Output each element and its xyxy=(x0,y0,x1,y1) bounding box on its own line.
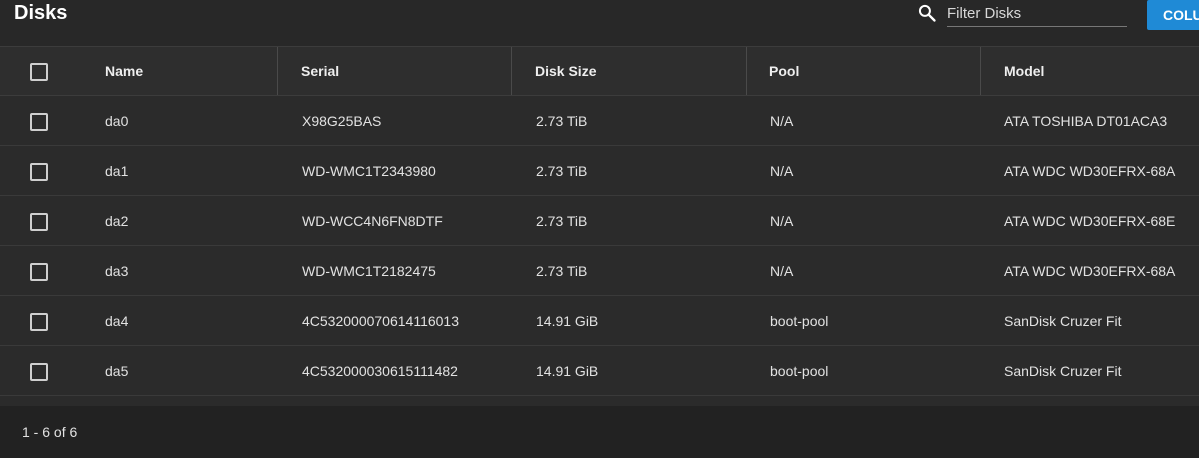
cell-pool: N/A xyxy=(770,162,794,179)
table-row[interactable]: da3 WD-WMC1T2182475 2.73 TiB N/A ATA WDC… xyxy=(0,246,1199,296)
cell-name: da3 xyxy=(105,262,129,279)
cell-name: da5 xyxy=(105,362,129,379)
table-row[interactable]: da5 4C532000030615111482 14.91 GiB boot-… xyxy=(0,346,1199,396)
row-checkbox[interactable] xyxy=(30,162,48,181)
column-divider[interactable] xyxy=(277,47,278,95)
page-header: Disks COLUMNS xyxy=(0,0,1199,46)
cell-disk-size: 2.73 TiB xyxy=(536,262,588,279)
cell-name: da1 xyxy=(105,162,129,179)
table-footer: 1 - 6 of 6 xyxy=(0,406,1199,458)
search-icon xyxy=(918,4,936,22)
cell-serial: 4C532000030615111482 xyxy=(302,362,458,379)
cell-pool: N/A xyxy=(770,112,794,129)
cell-name: da2 xyxy=(105,212,129,229)
cell-serial: X98G25BAS xyxy=(302,112,382,129)
cell-model: SanDisk Cruzer Fit xyxy=(1004,362,1122,379)
table-row[interactable]: da2 WD-WCC4N6FN8DTF 2.73 TiB N/A ATA WDC… xyxy=(0,196,1199,246)
table-bottom-spacer xyxy=(0,396,1199,406)
column-divider[interactable] xyxy=(980,47,981,95)
cell-disk-size: 2.73 TiB xyxy=(536,162,588,179)
cell-disk-size: 2.73 TiB xyxy=(536,212,588,229)
cell-serial: WD-WMC1T2343980 xyxy=(302,162,436,179)
columns-button[interactable]: COLUMNS xyxy=(1147,0,1199,30)
row-checkbox[interactable] xyxy=(30,362,48,381)
cell-pool: N/A xyxy=(770,212,794,229)
cell-serial: WD-WMC1T2182475 xyxy=(302,262,436,279)
column-header-serial[interactable]: Serial xyxy=(301,47,339,95)
cell-disk-size: 2.73 TiB xyxy=(536,112,588,129)
table-row[interactable]: da4 4C532000070614116013 14.91 GiB boot-… xyxy=(0,296,1199,346)
cell-model: ATA WDC WD30EFRX-68A xyxy=(1004,162,1176,179)
column-divider[interactable] xyxy=(511,47,512,95)
row-checkbox[interactable] xyxy=(30,262,48,281)
cell-model: ATA WDC WD30EFRX-68A xyxy=(1004,262,1176,279)
table-header-row: Name Serial Disk Size Pool Model xyxy=(0,46,1199,96)
page-title: Disks xyxy=(14,2,68,24)
cell-pool: boot-pool xyxy=(770,362,829,379)
filter-disks-input[interactable] xyxy=(947,0,1127,27)
cell-model: ATA TOSHIBA DT01ACA3 xyxy=(1004,112,1168,129)
table-row[interactable]: da1 WD-WMC1T2343980 2.73 TiB N/A ATA WDC… xyxy=(0,146,1199,196)
cell-model: SanDisk Cruzer Fit xyxy=(1004,312,1122,329)
column-divider[interactable] xyxy=(746,47,747,95)
column-header-pool[interactable]: Pool xyxy=(769,47,799,95)
column-header-disk-size[interactable]: Disk Size xyxy=(535,47,596,95)
column-header-model[interactable]: Model xyxy=(1004,47,1044,95)
cell-serial: WD-WCC4N6FN8DTF xyxy=(302,212,443,229)
cell-name: da0 xyxy=(105,112,129,129)
cell-model: ATA WDC WD30EFRX-68E xyxy=(1004,212,1176,229)
cell-name: da4 xyxy=(105,312,129,329)
select-all-checkbox[interactable] xyxy=(30,63,48,81)
cell-disk-size: 14.91 GiB xyxy=(536,312,599,329)
row-checkbox[interactable] xyxy=(30,312,48,331)
column-header-name[interactable]: Name xyxy=(105,47,143,95)
row-checkbox[interactable] xyxy=(30,112,48,131)
cell-serial: 4C532000070614116013 xyxy=(302,312,460,329)
pagination-range: 1 - 6 of 6 xyxy=(22,424,78,440)
cell-pool: boot-pool xyxy=(770,312,829,329)
row-checkbox[interactable] xyxy=(30,212,48,231)
cell-disk-size: 14.91 GiB xyxy=(536,362,599,379)
table-row[interactable]: da0 X98G25BAS 2.73 TiB N/A ATA TOSHIBA D… xyxy=(0,96,1199,146)
disks-table: Name Serial Disk Size Pool Model da0 X98… xyxy=(0,46,1199,406)
cell-pool: N/A xyxy=(770,262,794,279)
